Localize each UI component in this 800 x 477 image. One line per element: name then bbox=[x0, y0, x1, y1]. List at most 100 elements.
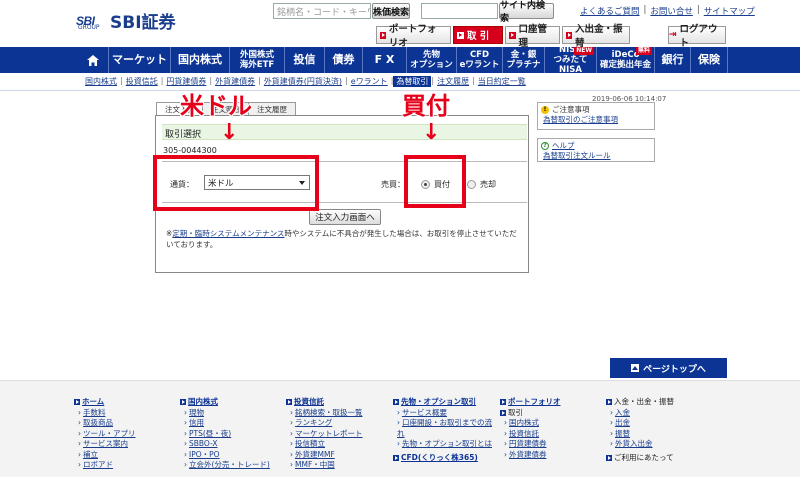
subnav-foreign-bonds-yen[interactable]: 外貨建債券(円貨決済) bbox=[261, 76, 345, 87]
footer-link[interactable]: 立会外(分売・トレード) bbox=[180, 460, 270, 471]
nav-market[interactable]: マーケット bbox=[108, 47, 170, 73]
nav-ideco[interactable]: 無料 iDeCo 確定拠出年金 bbox=[596, 47, 654, 73]
footer-link[interactable]: サービス案内 bbox=[74, 439, 136, 450]
fx-notice-link[interactable]: 為替取引のご注意事項 bbox=[541, 115, 651, 125]
footer-deposit-heading: 入金・出金・振替 bbox=[606, 397, 674, 408]
stock-search-button[interactable]: 株価検索 bbox=[372, 3, 410, 19]
home-nav-item[interactable] bbox=[78, 47, 108, 73]
page-top-label: ページトップへ bbox=[643, 364, 706, 375]
footer-link[interactable]: 外貨建債券 bbox=[500, 450, 561, 461]
footer-trade-title: 取引 bbox=[508, 407, 523, 417]
footer-link[interactable]: 入金 bbox=[606, 408, 674, 419]
footer-col-domestic-stock: 国内株式 現物 信用 PTS(昼・夜) SBBO-X IPO・PO 立会外(分売… bbox=[180, 397, 270, 471]
footer-investment-trust-link[interactable]: 投資信託 bbox=[286, 397, 363, 408]
nav-cfd-ewarrant[interactable]: CFD eワラント bbox=[456, 47, 502, 73]
footer-link[interactable]: ツール・アプリ bbox=[74, 429, 136, 440]
nav-nisa[interactable]: NEW NISA つみたてNISA bbox=[544, 45, 596, 75]
footer-link[interactable]: 取扱商品 bbox=[74, 418, 136, 429]
nav-market-label: マーケット bbox=[112, 53, 167, 66]
nav-domestic-stock[interactable]: 国内株式 bbox=[170, 47, 229, 73]
nav-insurance[interactable]: 保険 bbox=[690, 47, 728, 73]
logo-group-text: GROUP bbox=[78, 23, 100, 31]
portfolio-label: ポートフォリオ bbox=[388, 24, 437, 49]
nav-domestic-stock-label: 国内株式 bbox=[178, 53, 222, 66]
arrow-icon bbox=[606, 399, 612, 406]
footer-link[interactable]: ランキング bbox=[286, 418, 363, 429]
nav-investment-trust-label: 投信 bbox=[293, 53, 316, 66]
footer-link[interactable]: 補立 bbox=[74, 450, 136, 461]
arrow-icon bbox=[180, 399, 186, 406]
footer-link[interactable]: マーケットレポート bbox=[286, 429, 363, 440]
footer-link[interactable]: 振替 bbox=[606, 429, 674, 440]
nav-bonds-label: 債券 bbox=[332, 53, 355, 66]
nav-foreign-stock[interactable]: 外国株式 海外ETF bbox=[229, 47, 284, 73]
portfolio-button[interactable]: ポートフォリオ bbox=[376, 24, 451, 49]
footer-futures-link[interactable]: 先物・オプション取引 bbox=[393, 397, 498, 408]
footer-col-futures: 先物・オプション取引 サービス概要 口座開設・お取引までの流れ 先物・オプション… bbox=[393, 397, 498, 463]
footer-link[interactable]: 信用 bbox=[180, 418, 270, 429]
maintenance-link[interactable]: 定期・臨時システムメンテナンス bbox=[172, 229, 284, 238]
sbi-logo[interactable]: SBI GROUP SBI証券 bbox=[76, 8, 176, 33]
footer-link[interactable]: IPO・PO bbox=[180, 450, 270, 461]
page-top-button[interactable]: ページトップへ bbox=[610, 358, 727, 378]
help-title[interactable]: ヘルプ bbox=[552, 141, 575, 151]
footer-domestic-stock-link[interactable]: 国内株式 bbox=[180, 397, 270, 408]
footer-link[interactable]: ロボアド bbox=[74, 460, 136, 471]
footer-link[interactable]: 円貨建債券 bbox=[500, 439, 561, 450]
footer-link[interactable]: サービス概要 bbox=[393, 408, 498, 419]
maintenance-notice: ※定期・臨時システムメンテナンス時やシステムに不具合が発生した場合は、お取引を停… bbox=[166, 228, 522, 250]
nav-futures-options[interactable]: 先物 オプション bbox=[406, 47, 456, 73]
subnav-investment-trust[interactable]: 投資信託 bbox=[123, 76, 161, 87]
arrow-icon bbox=[606, 454, 612, 461]
sbi-logo-mark: SBI GROUP bbox=[76, 10, 104, 32]
footer-link[interactable]: 投資信託 bbox=[500, 429, 561, 440]
subnav-ewarrant[interactable]: eワラント bbox=[348, 76, 391, 87]
footer-usage-heading: ご利用にあたって bbox=[606, 453, 674, 464]
footer-cfd-link[interactable]: CFD(くりっく株365) bbox=[393, 453, 498, 464]
deposit-withdraw-button[interactable]: 入出金・振替 bbox=[562, 24, 630, 49]
help-icon: ? bbox=[541, 142, 549, 150]
nav-investment-trust[interactable]: 投信 bbox=[284, 47, 324, 73]
footer-portfolio-link[interactable]: ポートフォリオ bbox=[500, 397, 561, 408]
footer-link[interactable]: 出金 bbox=[606, 418, 674, 429]
footer-home-link[interactable]: ホーム bbox=[74, 397, 136, 408]
faq-link[interactable]: よくあるご質問 bbox=[580, 5, 640, 17]
footer-link[interactable]: PTS(昼・夜) bbox=[180, 429, 270, 440]
contact-link[interactable]: お問い合せ bbox=[650, 5, 693, 17]
nav-gold-silver[interactable]: 金・銀 プラチナ bbox=[502, 47, 544, 73]
footer-link[interactable]: 手数料 bbox=[74, 408, 136, 419]
footer-link[interactable]: SBBO-X bbox=[180, 439, 270, 450]
stock-search-input[interactable]: 銘柄名・コード・キーワード bbox=[273, 3, 371, 19]
footer-link[interactable]: 投信積立 bbox=[286, 439, 363, 450]
trade-button[interactable]: 取 引 bbox=[453, 26, 503, 44]
sell-radio[interactable] bbox=[467, 180, 476, 189]
annotation-arrow-right: ↓ bbox=[422, 120, 441, 145]
sitemap-link[interactable]: サイトマップ bbox=[704, 5, 755, 17]
footer-link[interactable]: 外貨建MMF bbox=[286, 450, 363, 461]
footer-home-title: ホーム bbox=[82, 397, 105, 406]
fx-rules-link[interactable]: 為替取引注文ルール bbox=[541, 151, 651, 161]
site-search-input[interactable] bbox=[421, 3, 498, 19]
subnav-domestic-stock[interactable]: 国内株式 bbox=[82, 76, 120, 87]
logout-button[interactable]: ⇥ ログアウト bbox=[668, 24, 726, 49]
footer-investment-trust-title: 投資信託 bbox=[294, 397, 324, 406]
footer-link[interactable]: 外貨入出金 bbox=[606, 439, 674, 450]
subnav-today-executions[interactable]: 当日約定一覧 bbox=[475, 76, 529, 87]
footer-link[interactable]: 先物・オプション取引とは bbox=[393, 439, 498, 450]
footer-link[interactable]: 現物 bbox=[180, 408, 270, 419]
footer-link[interactable]: 銘柄検索・取扱一覧 bbox=[286, 408, 363, 419]
footer-link[interactable]: 口座開設・お取引までの流れ bbox=[393, 418, 498, 439]
sub-navigation: 国内株式 | 投資信託 | 円貨建債券 | 外貨建債券 | 外貨建債券(円貨決済) | e… bbox=[82, 76, 529, 87]
account-number: 305-0044300 bbox=[163, 146, 217, 155]
footer-futures-title: 先物・オプション取引 bbox=[401, 397, 476, 406]
nav-bonds[interactable]: 債券 bbox=[324, 47, 362, 73]
footer-link[interactable]: 国内株式 bbox=[500, 418, 561, 429]
tab-order-history[interactable]: 注文履歴 bbox=[248, 102, 296, 115]
nav-bank[interactable]: 銀行 bbox=[654, 47, 690, 73]
order-entry-button[interactable]: 注文入力画面へ bbox=[309, 209, 381, 225]
account-management-button[interactable]: 口座管理 bbox=[505, 24, 560, 49]
nav-fx[interactable]: F X bbox=[362, 47, 406, 73]
footer-link[interactable]: MMF・中国 bbox=[286, 460, 363, 471]
site-search-button[interactable]: サイト内検索 bbox=[499, 1, 554, 24]
logout-label: ログアウト bbox=[679, 24, 718, 49]
